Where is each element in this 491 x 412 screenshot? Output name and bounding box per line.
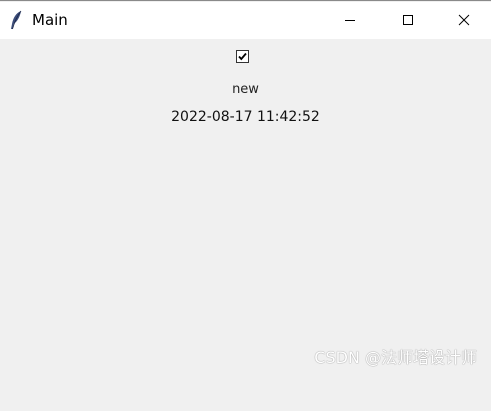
minimize-icon <box>344 11 356 30</box>
checkbox[interactable] <box>236 50 249 63</box>
feather-icon <box>9 10 23 30</box>
close-icon <box>458 11 470 30</box>
close-button[interactable] <box>437 2 491 39</box>
title-bar[interactable]: Main <box>0 2 491 39</box>
timestamp-label: 2022-08-17 11:42:52 <box>171 109 320 125</box>
window-title: Main <box>32 11 68 29</box>
checkmark-icon <box>238 52 247 61</box>
maximize-icon <box>402 11 414 30</box>
maximize-button[interactable] <box>379 2 437 39</box>
status-label: new <box>232 82 259 97</box>
watermark: CSDN @法师塔设计师 <box>314 348 477 367</box>
main-window: Main new 2022-08-17 11:42:52 CSDN @法师塔设计… <box>0 0 491 411</box>
minimize-button[interactable] <box>321 2 379 39</box>
